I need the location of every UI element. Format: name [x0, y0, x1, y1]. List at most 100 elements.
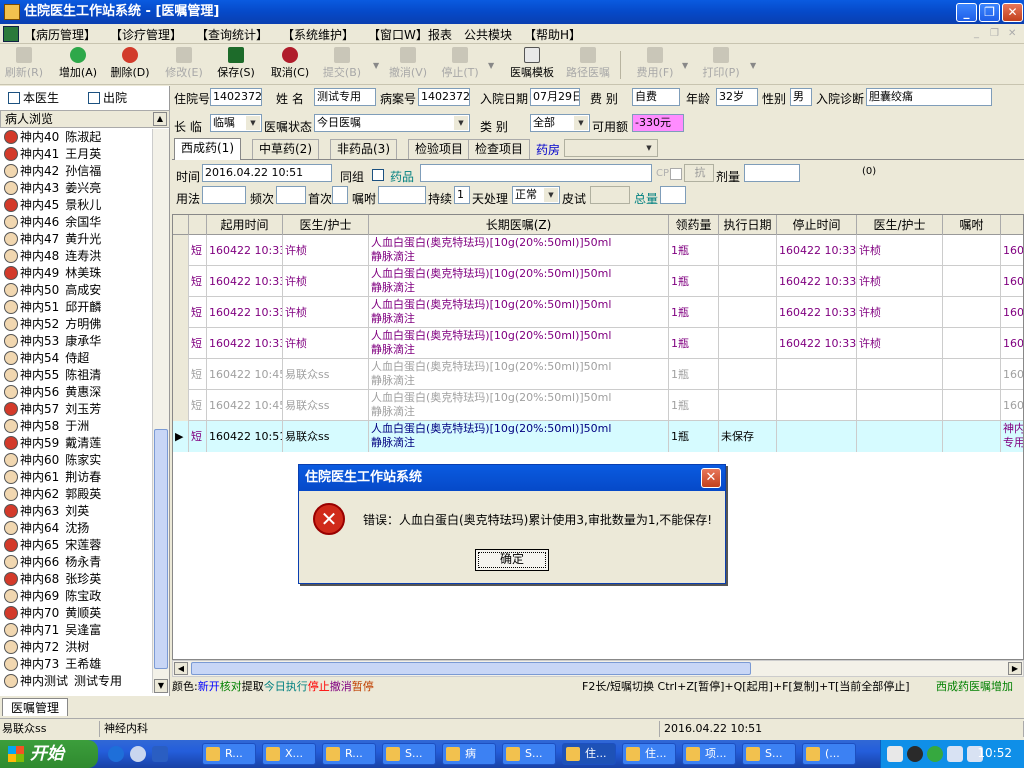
restore-button[interactable]: ❐ [979, 3, 1000, 22]
admit-date-field[interactable]: 07月29日 [530, 88, 580, 106]
patient-row[interactable]: 神内63 刘英 [0, 503, 152, 520]
patient-row[interactable]: 神内70 黄顺英 [0, 605, 152, 622]
menu-diagnosis[interactable]: 【诊疗管理】 [110, 26, 182, 43]
grid-header-doctor[interactable]: 医生/护士 [283, 215, 369, 235]
dose-field[interactable] [744, 164, 800, 182]
patient-row[interactable]: 神内42 孙信福 [0, 163, 152, 180]
menu-query[interactable]: 【查询统计】 [196, 26, 268, 43]
minimize-button[interactable]: _ [956, 3, 977, 22]
name-field[interactable]: 测试专用 [314, 88, 376, 106]
patient-row[interactable]: 神内62 郭殿英 [0, 486, 152, 503]
ok-button[interactable]: 确定 [475, 549, 549, 571]
tab-herbal-medicine[interactable]: 中草药(2) [252, 139, 319, 159]
patient-row[interactable]: 神内48 连寿洪 [0, 248, 152, 265]
order-row[interactable]: 短 160422 10:45 易联众ss 人血白蛋白(奥克特珐玛)[10g(20%:5… [173, 390, 1023, 421]
tab-non-drug[interactable]: 非药品(3) [330, 139, 397, 159]
diagnosis-field[interactable]: 胆囊绞痛 [866, 88, 992, 106]
inpatient-no-field[interactable]: 1402372 [210, 88, 262, 106]
scrollbar-thumb[interactable] [154, 429, 168, 669]
patient-row[interactable]: 神内69 陈宝政 [0, 588, 152, 605]
tab-exam-items[interactable]: 检查项目 [468, 139, 531, 159]
fee-dropdown-icon[interactable]: ▼ [682, 61, 688, 70]
cancel-button[interactable]: 取消(C) [268, 47, 312, 80]
cp-checkbox[interactable] [670, 168, 682, 180]
taskbar-task[interactable]: X... [262, 743, 316, 765]
patient-row[interactable]: 神内68 张珍英 [0, 571, 152, 588]
ie-icon[interactable] [108, 746, 124, 762]
close-button[interactable]: ✕ [1002, 3, 1023, 22]
patient-row[interactable]: 神内73 王希雄 [0, 656, 152, 673]
grid-header-qty[interactable]: 领药量 [669, 215, 719, 235]
patient-row[interactable]: 神内52 方明佛 [0, 316, 152, 333]
category-select[interactable]: 全部 [530, 114, 590, 132]
menu-app-icon[interactable] [3, 26, 19, 42]
patient-row[interactable]: 神内65 宋莲蓉 [0, 537, 152, 554]
submit-button[interactable]: 提交(B) [320, 47, 364, 80]
scroll-down-arrow-icon[interactable]: ▼ [154, 679, 168, 693]
patient-row[interactable]: 神内43 姜兴亮 [0, 180, 152, 197]
grid-horizontal-scrollbar[interactable]: ◀ ▶ [172, 660, 1024, 677]
browser-icon[interactable] [130, 746, 146, 762]
fee-type-field[interactable]: 自费 [632, 88, 680, 106]
menu-system[interactable]: 【系统维护】 [282, 26, 354, 43]
patient-row[interactable]: 神内59 戴清莲 [0, 435, 152, 452]
patient-row[interactable]: 神内54 侍超 [0, 350, 152, 367]
long-short-select[interactable]: 临嘱 [210, 114, 262, 132]
stop-dropdown-icon[interactable]: ▼ [488, 61, 494, 70]
duration-field[interactable]: 1 [454, 186, 470, 204]
patient-row[interactable]: 神内71 吴逢富 [0, 622, 152, 639]
patient-row[interactable]: 神内测试 测试专用 [0, 673, 152, 690]
patient-row[interactable]: 神内55 陈祖清 [0, 367, 152, 384]
menu-record[interactable]: 【病历管理】 [24, 26, 96, 43]
taskbar-task[interactable]: S... [502, 743, 556, 765]
patient-list-scrollbar[interactable]: ▼ [152, 129, 169, 693]
save-button[interactable]: 保存(S) [214, 47, 258, 80]
patient-row[interactable]: 神内53 康承华 [0, 333, 152, 350]
patient-row[interactable]: 神内51 邱开麟 [0, 299, 152, 316]
grid-header-start[interactable]: 起用时间 [207, 215, 283, 235]
tab-order-management[interactable]: 医嘱管理 [2, 698, 69, 716]
group-checkbox[interactable] [372, 169, 384, 181]
patient-row[interactable]: 神内56 黄惠深 [0, 384, 152, 401]
grid-header-order[interactable]: 长期医嘱(Z) [369, 215, 669, 235]
age-field[interactable]: 32岁 [716, 88, 758, 106]
refresh-button[interactable]: 刷新(R) [4, 47, 44, 80]
patient-row[interactable]: 神内58 于洲 [0, 418, 152, 435]
print-dropdown-icon[interactable]: ▼ [750, 61, 756, 70]
scroll-left-arrow-icon[interactable]: ◀ [174, 662, 188, 675]
patient-row[interactable]: 神内49 林美珠 [0, 265, 152, 282]
patient-row[interactable]: 神内50 高成安 [0, 282, 152, 299]
menu-window[interactable]: 【窗口W】 [368, 26, 428, 43]
add-button[interactable]: 增加(A) [56, 47, 100, 80]
tab-lab-tests[interactable]: 检验项目 [408, 139, 471, 159]
taskbar-task[interactable]: S... [742, 743, 796, 765]
discharged-checkbox[interactable] [88, 92, 100, 104]
desktop-icon[interactable] [152, 746, 168, 762]
patient-row[interactable]: 神内61 荆访春 [0, 469, 152, 486]
grid-header-stop-doctor[interactable]: 医生/护士 [857, 215, 943, 235]
record-no-field[interactable]: 1402372 [418, 88, 470, 106]
process-select[interactable]: 正常 [512, 186, 560, 204]
drug-field[interactable] [420, 164, 652, 182]
my-patients-checkbox[interactable] [8, 92, 20, 104]
keyboard-icon[interactable] [887, 746, 903, 762]
usage-field[interactable] [202, 186, 246, 204]
mdi-minimize-button[interactable]: _ [974, 28, 979, 39]
back-icon[interactable] [907, 746, 923, 762]
pharmacy-select[interactable] [564, 139, 658, 157]
menu-public[interactable]: 公共模块 [464, 26, 512, 43]
dialog-close-button[interactable]: ✕ [701, 468, 721, 488]
menu-help[interactable]: 【帮助H】 [524, 26, 581, 43]
grid-header-exec[interactable]: 执行日期 [719, 215, 777, 235]
network-icon[interactable] [947, 746, 963, 762]
order-row[interactable]: 短 160422 10:33 许桢 人血白蛋白(奥克特珐玛)[10g(20%:50ml… [173, 235, 1023, 266]
grid-header-note[interactable]: 嘱咐 [943, 215, 1001, 235]
patient-row[interactable]: 神内64 沈扬 [0, 520, 152, 537]
scroll-right-arrow-icon[interactable]: ▶ [1008, 662, 1022, 675]
taskbar-task[interactable]: (... [802, 743, 856, 765]
revoke-button[interactable]: 撤消(V) [386, 47, 430, 80]
patient-row[interactable]: 神内45 景秋儿 [0, 197, 152, 214]
taskbar-task[interactable]: 住... [622, 743, 676, 765]
submit-dropdown-icon[interactable]: ▼ [373, 61, 379, 70]
tab-western-medicine[interactable]: 西成药(1) [174, 138, 241, 160]
